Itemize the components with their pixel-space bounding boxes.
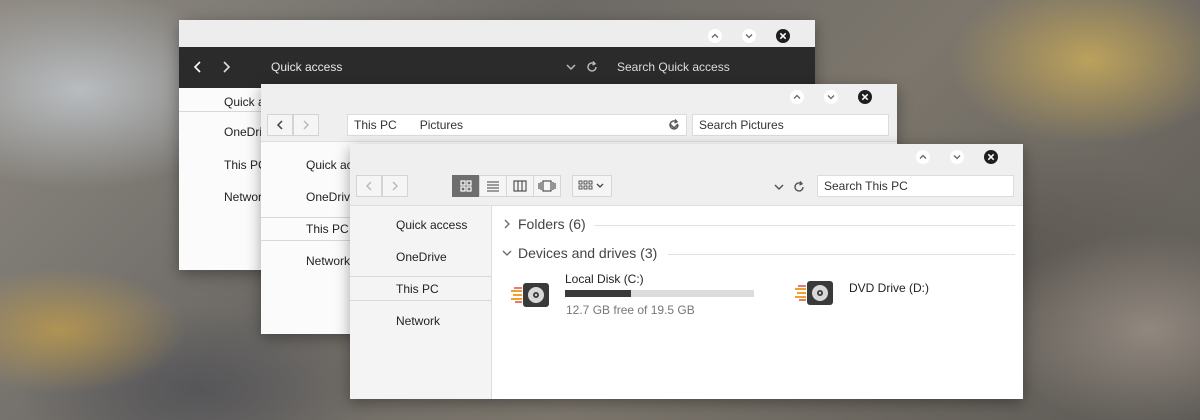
chevron-down-icon: [566, 64, 576, 71]
group-header-folders[interactable]: Folders (6): [502, 216, 586, 232]
title-bar: [261, 84, 897, 109]
chevron-right-icon: [223, 61, 231, 73]
chevron-right-icon: [303, 120, 310, 130]
address-dropdown-button[interactable]: [773, 181, 785, 196]
chevron-left-icon: [276, 120, 283, 130]
close-icon: [984, 150, 998, 164]
view-coverflow-button[interactable]: [533, 175, 561, 197]
drive-item-d[interactable]: DVD Drive (D:): [794, 272, 994, 322]
sidebar-item-onedrive[interactable]: OneDrive: [396, 250, 447, 264]
dvd-drive-icon: [795, 281, 833, 305]
chevron-down-icon: [950, 150, 964, 164]
drive-item-c[interactable]: Local Disk (C:) 12.7 GB free of 19.5 GB: [510, 272, 754, 322]
divider: [179, 111, 261, 112]
chevron-up-icon: [916, 150, 930, 164]
sidebar-item-network[interactable]: Network: [396, 314, 440, 328]
hard-drive-icon: [511, 283, 549, 307]
drive-free-space-c: 12.7 GB free of 19.5 GB: [566, 303, 695, 317]
chevron-down-icon: [742, 29, 756, 43]
forward-button[interactable]: [215, 56, 237, 78]
chevron-up-icon: [708, 29, 722, 43]
sidebar-item-this-pc[interactable]: This PC: [306, 222, 349, 236]
divider: [350, 276, 492, 277]
toolbar: Quick access Search Quick access: [179, 47, 815, 88]
group-label-devices: Devices and drives (3): [518, 245, 658, 261]
maximize-button[interactable]: [947, 147, 967, 167]
refresh-button[interactable]: [792, 180, 806, 197]
view-list-button[interactable]: [479, 175, 507, 197]
chevron-right-icon: [392, 181, 399, 191]
maximize-button[interactable]: [821, 87, 841, 107]
breadcrumb-this-pc[interactable]: This PC: [354, 118, 397, 132]
search-input[interactable]: Search This PC: [817, 175, 1014, 197]
title-bar: [350, 144, 1023, 166]
sidebar-item-network[interactable]: Network: [306, 254, 350, 268]
refresh-icon: [587, 61, 597, 72]
toolbar: This PC Pictures Search Pictures: [261, 109, 897, 142]
content-area: Folders (6) Devices and drives (3) Local…: [492, 206, 1023, 399]
address-bar[interactable]: This PC Pictures: [347, 114, 687, 136]
toolbar: Search This PC: [350, 166, 1023, 206]
search-input[interactable]: Search Pictures: [692, 114, 889, 136]
divider: [594, 225, 1015, 226]
breadcrumb-pictures[interactable]: Pictures: [420, 118, 463, 132]
explorer-window-this-pc: Search This PC Quick access OneDrive Thi…: [350, 144, 1023, 399]
close-button[interactable]: [773, 26, 793, 46]
columns-view-icon: [513, 180, 527, 192]
refresh-icon: [669, 119, 679, 130]
chevron-down-icon: [774, 184, 784, 191]
grid-view-icon: [460, 180, 472, 192]
group-header-devices[interactable]: Devices and drives (3): [502, 245, 657, 261]
view-columns-button[interactable]: [506, 175, 534, 197]
back-button[interactable]: [356, 175, 382, 197]
refresh-button[interactable]: [667, 118, 681, 135]
minimize-button[interactable]: [787, 87, 807, 107]
chevron-down-icon: [502, 250, 512, 256]
chevron-left-icon: [365, 181, 372, 191]
forward-button[interactable]: [382, 175, 408, 197]
sidebar-item-this-pc[interactable]: This PC: [396, 282, 439, 296]
title-bar: [179, 20, 815, 47]
minimize-button[interactable]: [705, 26, 725, 46]
close-button[interactable]: [981, 147, 1001, 167]
drive-name-d: DVD Drive (D:): [849, 281, 929, 295]
chevron-left-icon: [193, 61, 201, 73]
list-view-icon: [487, 181, 499, 192]
search-input[interactable]: Search Quick access: [617, 60, 730, 74]
usage-bar-c: [565, 290, 754, 297]
chevron-right-icon: [504, 219, 510, 229]
back-button[interactable]: [267, 114, 293, 136]
close-button[interactable]: [855, 87, 875, 107]
group-label-folders: Folders (6): [518, 216, 586, 232]
close-icon: [776, 29, 790, 43]
address-bar[interactable]: Quick access: [271, 60, 342, 74]
divider: [261, 217, 351, 218]
arrange-button[interactable]: [572, 175, 612, 197]
divider: [261, 240, 351, 241]
sidebar-item-quick-access[interactable]: Quick access: [396, 218, 467, 232]
sidebar: Quick access OneDrive This PC Network: [350, 206, 492, 399]
drive-name-c: Local Disk (C:): [565, 272, 644, 286]
close-icon: [858, 90, 872, 104]
minimize-button[interactable]: [913, 147, 933, 167]
maximize-button[interactable]: [739, 26, 759, 46]
refresh-icon: [794, 181, 804, 192]
arrange-grid-icon: [578, 180, 604, 190]
address-dropdown-button[interactable]: [565, 61, 577, 76]
usage-bar-fill: [565, 290, 632, 297]
view-icons-button[interactable]: [452, 175, 480, 197]
back-button[interactable]: [187, 56, 209, 78]
refresh-button[interactable]: [585, 60, 599, 77]
divider: [668, 254, 1015, 255]
forward-button[interactable]: [293, 114, 319, 136]
chevron-up-icon: [790, 90, 804, 104]
chevron-down-icon: [824, 90, 838, 104]
coverflow-view-icon: [538, 180, 556, 192]
divider: [350, 300, 492, 301]
